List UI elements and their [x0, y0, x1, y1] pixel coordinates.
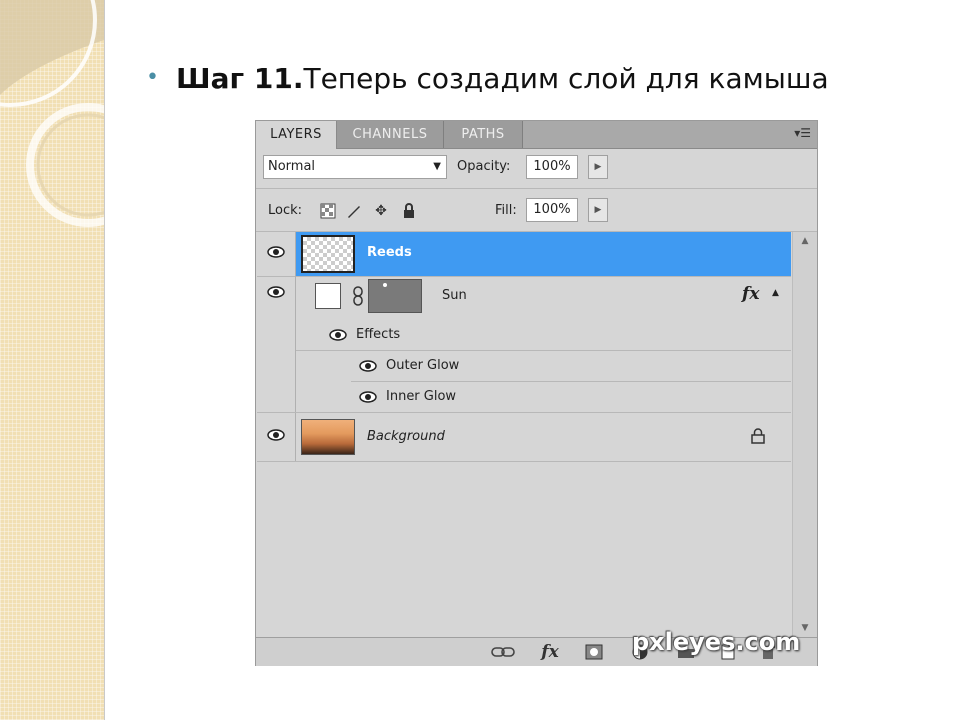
watermark: pxleyes.com	[632, 628, 801, 656]
step-description: Теперь создадим слой для камыша	[303, 62, 829, 95]
visibility-toggle[interactable]	[257, 276, 296, 412]
effect-name: Inner Glow	[386, 389, 457, 404]
opacity-label: Opacity:	[457, 159, 511, 174]
effects-row[interactable]: Effects	[296, 320, 791, 351]
panel-menu-icon[interactable]: ▾☰	[794, 126, 811, 140]
fx-icon[interactable]: fx	[536, 642, 564, 662]
lock-icon	[751, 428, 765, 444]
lock-image-icon[interactable]	[346, 203, 362, 219]
decorative-rings-icon	[0, 0, 104, 227]
eye-icon	[359, 391, 377, 403]
divider	[256, 188, 817, 189]
eye-icon	[329, 329, 347, 341]
fill-slider-button[interactable]: ▶	[588, 198, 608, 222]
eye-icon	[267, 286, 285, 298]
tab-layers[interactable]: LAYERS	[256, 121, 337, 149]
effect-name: Outer Glow	[386, 358, 460, 373]
link-icon[interactable]	[490, 642, 518, 662]
layers-panel: LAYERS CHANNELS PATHS ▾☰ Normal ▼ Opacit…	[255, 120, 818, 666]
chevron-down-icon: ▼	[433, 161, 441, 172]
effect-row-outer-glow[interactable]: Outer Glow	[351, 351, 791, 382]
blend-mode-value: Normal	[268, 159, 316, 174]
layers-scrollbar[interactable]: ▲ ▼	[792, 232, 817, 637]
slide-title: Шаг 11.Теперь создадим слой для камыша	[176, 61, 829, 97]
decorative-sidebar	[0, 0, 105, 720]
step-label: Шаг 11.	[176, 62, 304, 95]
eye-icon	[359, 360, 377, 372]
layer-thumbnail	[315, 283, 341, 309]
layer-name: Reeds	[367, 245, 412, 260]
eye-icon	[267, 246, 285, 258]
opacity-input[interactable]: 100%	[526, 155, 578, 179]
lock-all-icon[interactable]	[401, 203, 417, 219]
title-bullet: •	[146, 65, 159, 90]
layer-row-sun[interactable]: Sun fx ▲	[296, 276, 791, 320]
effects-label: Effects	[356, 327, 401, 342]
layer-row-reeds[interactable]: Reeds	[257, 232, 791, 277]
layer-row-background[interactable]: Background	[257, 413, 791, 462]
layer-thumbnail	[301, 419, 355, 455]
lock-transparent-icon[interactable]	[320, 203, 336, 219]
chain-link-icon[interactable]	[352, 286, 364, 306]
mask-icon[interactable]	[582, 642, 606, 662]
layer-thumbnail	[301, 235, 355, 273]
blend-mode-select[interactable]: Normal ▼	[263, 155, 447, 179]
layer-mask-thumbnail	[368, 279, 422, 313]
panel-tabs: LAYERS CHANNELS PATHS ▾☰	[256, 121, 817, 149]
visibility-toggle[interactable]	[257, 413, 296, 461]
tab-paths[interactable]: PATHS	[444, 121, 523, 148]
eye-icon	[267, 429, 285, 441]
lock-label: Lock:	[268, 203, 303, 218]
layer-name: Sun	[442, 288, 467, 303]
fill-input[interactable]: 100%	[526, 198, 578, 222]
lock-position-icon[interactable]: ✥	[373, 203, 389, 219]
layer-name: Background	[367, 429, 445, 444]
scroll-up-icon[interactable]: ▲	[793, 236, 817, 246]
layers-list: Reeds Sun fx ▲ Effects Outer Glow Inner …	[257, 232, 791, 637]
visibility-toggle[interactable]	[257, 232, 296, 276]
effect-row-inner-glow[interactable]: Inner Glow	[351, 382, 791, 412]
tab-channels[interactable]: CHANNELS	[337, 121, 444, 148]
layer-group-sun: Sun fx ▲ Effects Outer Glow Inner Glow	[257, 276, 791, 413]
collapse-arrow-icon[interactable]: ▲	[772, 288, 779, 298]
fill-label: Fill:	[495, 203, 517, 218]
fx-icon[interactable]: fx	[742, 284, 759, 304]
opacity-slider-button[interactable]: ▶	[588, 155, 608, 179]
